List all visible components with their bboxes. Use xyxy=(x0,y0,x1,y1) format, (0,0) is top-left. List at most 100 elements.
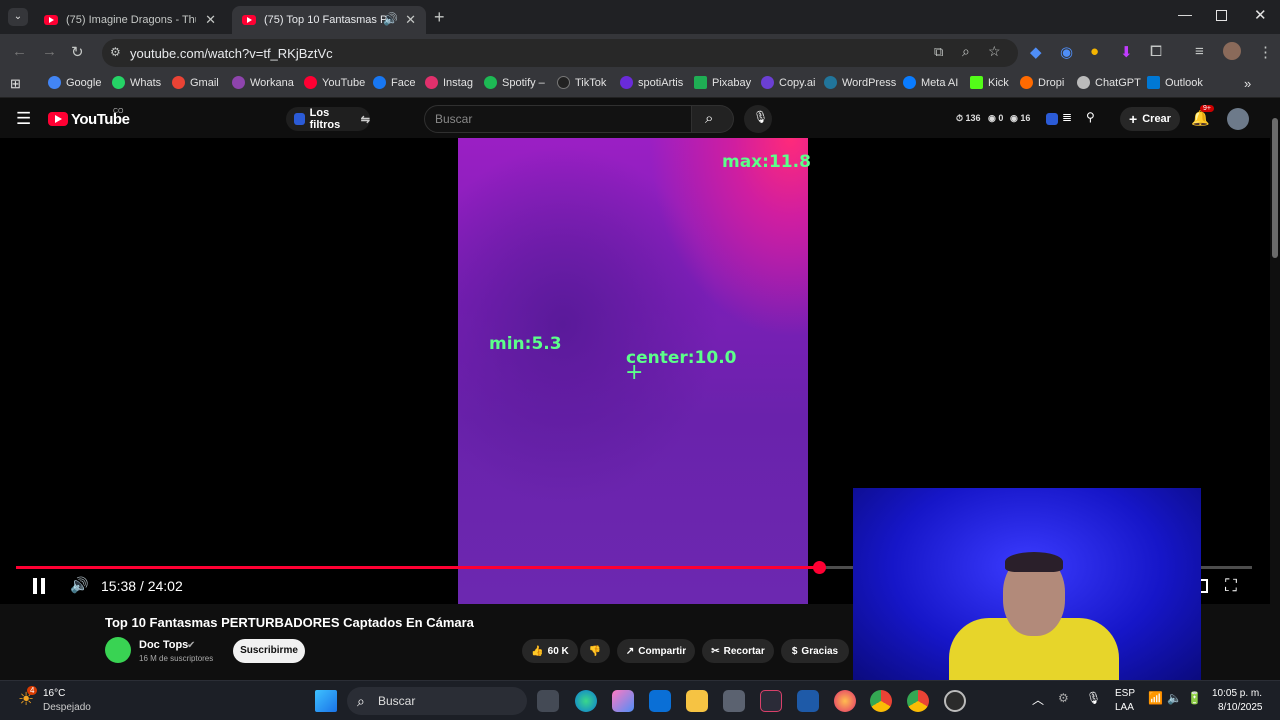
bookmark-star-icon[interactable]: ☆ xyxy=(988,43,1001,60)
zoom-icon[interactable]: ⌕ xyxy=(962,43,970,60)
hidden-icons-chevron-icon[interactable]: ︿ xyxy=(1032,691,1044,708)
pause-icon[interactable] xyxy=(30,578,48,594)
task-view-icon[interactable] xyxy=(537,690,559,712)
bookmark-youtube[interactable]: YouTube xyxy=(304,76,365,89)
battery-icon[interactable]: 🔋 xyxy=(1187,691,1202,705)
channel-name[interactable]: Doc Tops xyxy=(139,639,188,651)
language-top[interactable]: ESP xyxy=(1115,688,1135,699)
extensions-puzzle-icon[interactable]: ⧠ xyxy=(1150,43,1162,60)
bookmark-tiktok[interactable]: TikTok xyxy=(557,76,606,89)
file-explorer-icon[interactable] xyxy=(686,690,708,712)
volume-icon[interactable]: 🔊 xyxy=(70,576,89,594)
extension-q-icon[interactable]: ◉ xyxy=(1060,43,1073,61)
extension-tag-icon[interactable]: ◆ xyxy=(1030,43,1042,61)
app-star-icon[interactable] xyxy=(760,690,782,712)
close-window-button[interactable]: ✕ xyxy=(1254,6,1267,24)
scrollbar-thumb[interactable] xyxy=(1272,118,1278,258)
url-text[interactable]: youtube.com/watch?v=tf_RKjBztVc xyxy=(130,46,333,61)
list-tool-icon[interactable]: ≣ xyxy=(1062,110,1072,124)
apps-grid-icon[interactable]: ⊞ xyxy=(10,76,21,92)
reload-icon[interactable]: ↻ xyxy=(71,43,84,61)
bookmark-kick[interactable]: Kick xyxy=(970,76,1009,89)
language-bottom[interactable]: LAA xyxy=(1115,702,1134,713)
weather-desc[interactable]: Despejado xyxy=(43,702,91,713)
bookmark-workana[interactable]: Workana xyxy=(232,76,294,89)
search-icon: ⌕ xyxy=(705,110,714,127)
tab-search-button[interactable]: ⌄ xyxy=(8,8,28,26)
search-input[interactable]: Buscar xyxy=(424,105,692,133)
bookmark-metaai[interactable]: Meta AI xyxy=(903,76,958,89)
fullscreen-icon[interactable]: ⛶ xyxy=(1225,576,1237,596)
weather-temp[interactable]: 16°C xyxy=(43,688,65,699)
windows-start-icon[interactable] xyxy=(315,690,337,712)
forward-arrow-icon[interactable]: → xyxy=(42,43,57,60)
clock-time[interactable]: 10:05 p. m. xyxy=(1212,688,1262,699)
taskbar-search[interactable]: ⌕ Buscar xyxy=(347,687,527,715)
extension-color-icon[interactable]: ● xyxy=(1090,43,1099,60)
bookmark-whats[interactable]: Whats xyxy=(112,76,161,89)
pin-tool-icon[interactable]: ⚲ xyxy=(1086,110,1095,124)
bookmark-wordpress[interactable]: WordPress xyxy=(824,76,896,89)
spotiartis-icon xyxy=(620,76,633,89)
copilot-icon[interactable] xyxy=(612,690,634,712)
store-icon[interactable] xyxy=(649,690,671,712)
restore-button[interactable] xyxy=(1216,10,1227,21)
filters-button[interactable]: Los filtros ⇋ xyxy=(286,107,370,131)
firefox-icon[interactable] xyxy=(834,690,856,712)
address-bar[interactable]: ⚙ youtube.com/watch?v=tf_RKjBztVc ⧉ ⌕ ☆ xyxy=(102,39,1018,67)
speaker-icon[interactable]: 🔈 xyxy=(1167,691,1182,705)
bookmark-dropi[interactable]: Dropi xyxy=(1020,76,1064,89)
bookmark-spotify[interactable]: Spotify – xyxy=(484,76,545,89)
menu-kebab-icon[interactable]: ⋮ xyxy=(1258,43,1273,61)
bookmark-google[interactable]: Google xyxy=(48,76,101,89)
gmail-icon xyxy=(172,76,185,89)
obs-recording-icon[interactable] xyxy=(944,690,966,712)
bookmark-face[interactable]: Face xyxy=(373,76,415,89)
wifi-icon[interactable]: 📶 xyxy=(1148,691,1163,705)
audio-playing-icon[interactable]: 🔊 xyxy=(383,12,398,26)
create-button[interactable]: + Crear xyxy=(1120,107,1180,131)
extension-download-icon[interactable]: ⬇ xyxy=(1120,43,1133,61)
tab-top10-fantasmas[interactable]: (75) Top 10 Fantasmas PERT 🔊 ✕ xyxy=(232,6,426,34)
search-button[interactable]: ⌕ xyxy=(692,105,734,133)
close-tab-icon[interactable]: ✕ xyxy=(405,12,416,28)
close-tab-icon[interactable]: ✕ xyxy=(205,12,216,28)
tray-app-icon[interactable]: ⚙ xyxy=(1058,691,1069,705)
bookmark-spotiartis[interactable]: spotiArtis xyxy=(620,76,683,89)
channel-avatar[interactable] xyxy=(105,637,131,663)
tab-imagine-dragons[interactable]: (75) Imagine Dragons - Thunde ✕ xyxy=(34,6,226,34)
bookmark-instag[interactable]: Instag xyxy=(425,76,473,89)
like-button[interactable]: 👍 60 K xyxy=(522,639,578,663)
account-avatar[interactable] xyxy=(1227,108,1249,130)
edge-icon[interactable] xyxy=(575,690,597,712)
chrome-active-icon[interactable] xyxy=(907,690,929,712)
voice-search-button[interactable]: 🎙 xyxy=(744,105,772,133)
bookmark-gmail[interactable]: Gmail xyxy=(172,76,219,89)
profile-avatar-icon[interactable] xyxy=(1223,42,1241,60)
bookmark-pixabay[interactable]: Pixabay xyxy=(694,76,751,89)
dislike-button[interactable]: 👎 xyxy=(580,639,610,663)
more-bookmarks-icon[interactable]: » xyxy=(1244,76,1251,91)
bookmark-outlook[interactable]: Outlook xyxy=(1147,76,1203,89)
snipping-tool-icon[interactable] xyxy=(797,690,819,712)
tray-mic-icon[interactable]: 🎙 xyxy=(1086,691,1101,705)
site-info-icon[interactable]: ⚙ xyxy=(110,45,121,59)
clip-button[interactable]: ✂ Recortar xyxy=(702,639,774,663)
bookmark-copyai[interactable]: Copy.ai xyxy=(761,76,815,89)
media-controls-icon[interactable]: ≡ xyxy=(1195,43,1204,60)
youtube-logo-icon[interactable] xyxy=(48,112,68,126)
share-button[interactable]: ↗ Compartir xyxy=(617,639,695,663)
thanks-button[interactable]: $ Gracias xyxy=(781,639,849,663)
page-scrollbar[interactable] xyxy=(1270,100,1280,680)
install-app-icon[interactable]: ⧉ xyxy=(934,44,943,60)
bookmark-chatgpt[interactable]: ChatGPT xyxy=(1077,76,1141,89)
chrome-icon[interactable] xyxy=(870,690,892,712)
hamburger-menu-icon[interactable]: ☰ xyxy=(16,109,31,129)
clock-date[interactable]: 8/10/2025 xyxy=(1218,702,1263,713)
back-arrow-icon[interactable]: ← xyxy=(12,43,27,60)
new-tab-button[interactable]: + xyxy=(434,7,445,28)
q-tool-icon[interactable] xyxy=(1046,113,1058,125)
subscribe-button[interactable]: Suscribirme xyxy=(233,639,305,663)
minimize-button[interactable]: — xyxy=(1178,6,1192,22)
app-hex-icon[interactable] xyxy=(723,690,745,712)
